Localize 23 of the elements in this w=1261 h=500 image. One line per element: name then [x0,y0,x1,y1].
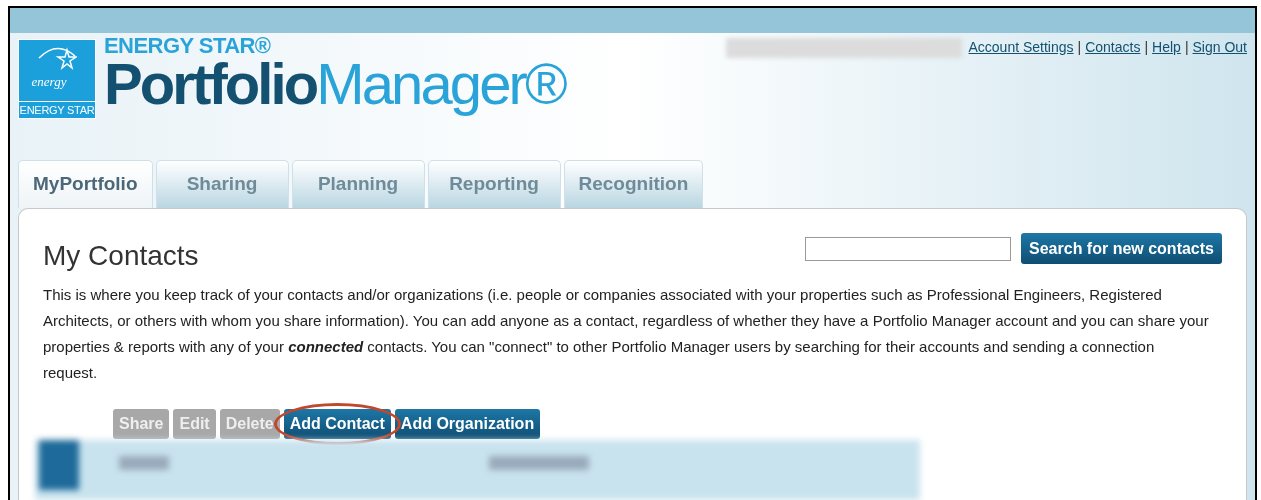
nav-tab[interactable]: Reporting [427,160,561,208]
brand-line: ENERGY STAR® [104,35,272,58]
link-separator: | [1184,38,1189,58]
link-separator: | [1144,38,1149,58]
search-field[interactable] [805,236,1012,261]
product-name-first: Portfolio [104,55,317,114]
nav-tab[interactable]: Planning [291,160,425,208]
nav-tab[interactable]: Recognition [563,160,704,208]
intro-paragraph: This is where you keep track of your contacts and/or organizations (i.e. people or companies associated with your properties such as Professional Engineers, Registered Architects, or others with whom you share information). You can add anyone as a contact, regardless of whether they have a Portfolio Manager account and you can share your properties & reports with any of your connected contacts. You can "connect" to other Portfolio Manager users by searching for their accounts and sending a connection request. [43,285,1210,383]
action-button[interactable]: Add Organization [394,409,541,439]
action-button[interactable]: Add Contact [283,409,391,439]
nav-tab[interactable]: MyPortfolio [18,160,153,208]
account-link[interactable]: Contacts [1085,37,1141,59]
link-separator: | [1077,38,1082,58]
product-name-second: Manager® [316,55,565,114]
account-link[interactable]: Help [1152,37,1181,59]
account-link[interactable]: Sign Out [1192,37,1247,59]
logo-badge-text: ENERGY STAR [19,101,95,117]
nav-tab[interactable]: Sharing [155,160,289,208]
account-link[interactable]: Account Settings [968,37,1074,59]
page-title: My Contacts [43,239,199,273]
logo-script-text: energy [31,75,67,89]
search-button[interactable]: Search for new contacts [1021,233,1222,264]
